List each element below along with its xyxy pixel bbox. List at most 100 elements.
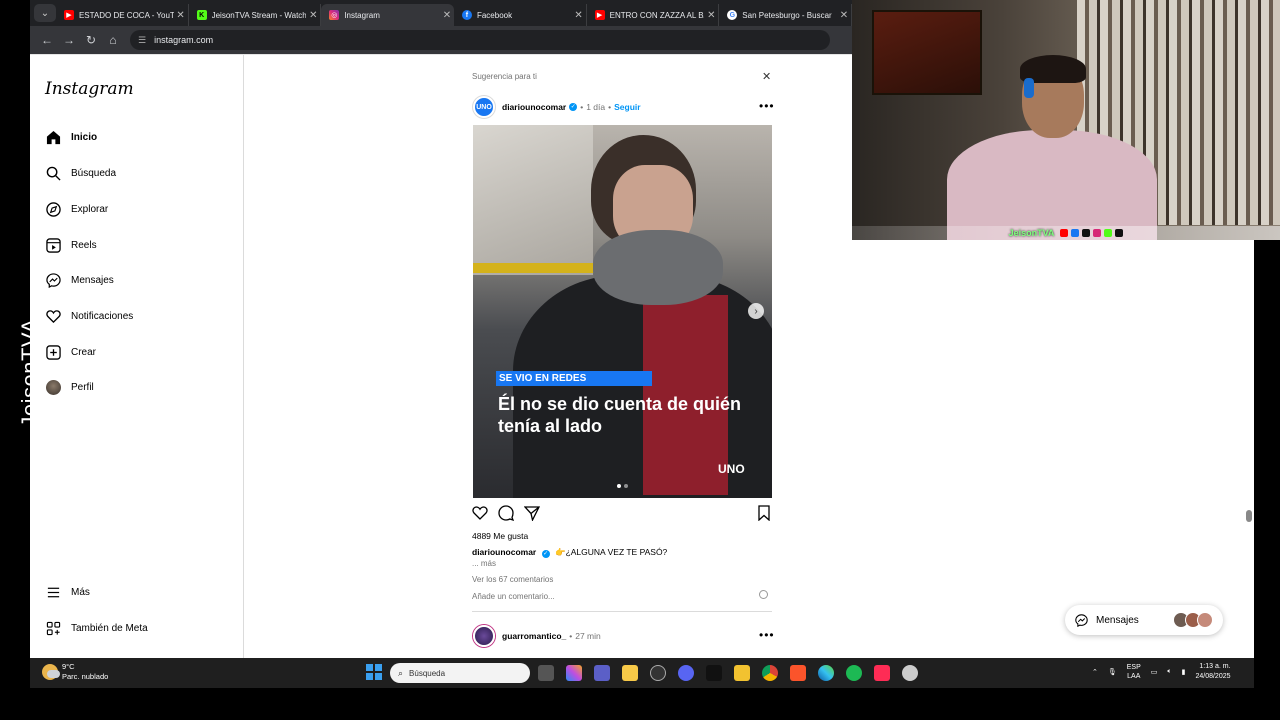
comment-icon[interactable] [498,505,514,521]
sidebar-item-explorar[interactable]: Explorar [45,197,108,221]
chevron-right-icon[interactable]: › [748,303,764,319]
kick-icon [1104,229,1113,237]
media-window [473,125,593,275]
display-icon[interactable]: ▭ [1151,668,1158,676]
add-comment-input[interactable] [472,590,772,602]
instagram-logo[interactable]: Instagram [45,79,134,99]
volume-icon[interactable]: 🔈︎ [1167,668,1171,676]
edge-icon[interactable] [818,665,834,681]
sidebar-item-label: Más [71,586,90,598]
teams-icon[interactable] [594,665,610,681]
tab-facebook[interactable]: f Facebook ✕ [454,4,587,26]
messenger-icon [1075,613,1088,627]
url-text: instagram.com [154,35,214,45]
emoji-icon[interactable] [759,590,768,599]
close-icon[interactable]: ✕ [837,10,851,21]
tab-kick-stream[interactable]: K JeisonTVA Stream - Watch ✕ [189,4,322,26]
share-icon[interactable] [524,505,540,521]
copilot-icon[interactable] [566,665,582,681]
post-media[interactable]: › SE VIO EN REDES Él no se dio cuenta de… [473,125,772,498]
post-username[interactable]: guarromantico_ [502,631,566,641]
page-background [852,240,1254,658]
sidebar-item-reels[interactable]: Reels [45,233,97,257]
messages-bubble[interactable]: Mensajes [1065,605,1223,635]
sidebar-item-mensajes[interactable]: Mensajes [45,268,114,292]
close-icon[interactable]: ✕ [572,10,586,21]
close-icon[interactable]: ✕ [174,10,188,21]
clock[interactable]: 1:13 a. m. 24/08/2025 [1195,662,1230,682]
tab-instagram[interactable]: ◎ Instagram ✕ [321,4,454,26]
battery-icon[interactable]: ▮ [1182,668,1186,676]
file-explorer-icon[interactable] [622,665,638,681]
obs-icon[interactable] [902,665,918,681]
sidebar-item-meta[interactable]: También de Meta [45,616,148,640]
sidebar-item-notificaciones[interactable]: Notificaciones [45,304,133,328]
site-info-icon[interactable]: ☰ [138,35,146,46]
sidebar-item-perfil[interactable]: Perfil [45,375,94,399]
brave-icon[interactable] [790,665,806,681]
back-icon[interactable]: ← [36,29,58,51]
sidebar-item-mas[interactable]: Más [45,580,90,604]
more-options-icon[interactable]: ••• [759,99,775,113]
headset-icon [1024,78,1034,98]
follow-button[interactable]: Seguir [614,102,640,112]
more-link[interactable]: ... más [472,559,496,568]
youtube-icon: ▶ [594,10,605,20]
tiktok-icon[interactable] [706,665,722,681]
sidebar-item-busqueda[interactable]: Búsqueda [45,161,116,185]
sidebar-item-label: Reels [71,239,97,251]
reload-icon[interactable]: ↻ [80,29,102,51]
taskbar-search[interactable]: ⌕ Búsqueda [390,663,530,683]
instagram-icon [1093,229,1102,237]
sidebar-item-label: También de Meta [71,622,148,634]
post-avatar[interactable]: UNO [473,96,495,118]
chrome-icon[interactable] [762,665,778,681]
task-view-icon[interactable] [538,665,554,681]
chevron-up-icon[interactable]: ⌃ [1092,668,1098,676]
bookmark-icon[interactable] [756,505,772,521]
language-indicator[interactable]: ESP LAA [1127,663,1141,681]
chatgpt-icon[interactable] [650,665,666,681]
home-icon [45,129,61,145]
home-icon[interactable]: ⌂ [102,29,124,51]
sidebar-item-inicio[interactable]: Inicio [45,125,97,149]
weather-widget[interactable]: 9°C Parc. nublado [42,662,108,682]
more-options-icon[interactable]: ••• [759,628,775,642]
sidebar-item-crear[interactable]: Crear [45,340,96,364]
post-username[interactable]: diariounocomar [502,102,566,112]
post-time: 27 min [575,631,601,641]
scroll-thumb[interactable] [1246,510,1252,522]
tab-strip: ⌄ ▶ ESTADO DE COCA - YouTube ✕ K JeisonT… [30,0,852,26]
caption-username[interactable]: diariounocomar [472,547,536,557]
view-comments-link[interactable]: Ver los 67 comentarios [472,575,553,584]
address-bar[interactable]: ☰ instagram.com [130,30,830,50]
verified-icon: ✓ [569,103,578,111]
close-icon[interactable]: ✕ [704,10,718,21]
microphone-icon[interactable]: 🎙︎ [1108,668,1117,676]
tab-google-search[interactable]: G San Petesburgo - Buscar ✕ [719,4,852,26]
close-icon[interactable]: ✕ [306,10,320,21]
tab-title: San Petesburgo - Buscar [742,10,832,20]
tab-youtube-coca[interactable]: ▶ ESTADO DE COCA - YouTube ✕ [56,4,189,26]
close-icon[interactable]: ✕ [440,10,454,21]
scrollbar[interactable] [1244,240,1254,658]
like-count[interactable]: 4889 Me gusta [472,531,528,541]
app-icon[interactable] [734,665,750,681]
media-brand: UNO [718,462,745,476]
like-icon[interactable] [472,505,488,521]
post-avatar[interactable] [473,625,495,647]
caption-text: 👉¿ALGUNA VEZ TE PASÓ? [554,547,668,557]
keyboard-layout: LAA [1127,673,1141,680]
tab-search-button[interactable]: ⌄ [34,4,56,22]
media-tag: SE VIO EN REDES [496,371,652,386]
forward-icon[interactable]: → [58,29,80,51]
windows-start-icon[interactable] [366,664,382,680]
tiktok-live-icon[interactable] [874,665,890,681]
spotify-icon[interactable] [846,665,862,681]
close-icon[interactable]: ✕ [762,70,771,83]
tab-youtube-zazza[interactable]: ▶ ENTRO CON ZAZZA AL BA ✕ [587,4,720,26]
weather-text: 9°C Parc. nublado [62,662,108,682]
avatar [1197,612,1213,628]
discord-icon[interactable] [678,665,694,681]
separator-dot: • [608,102,612,112]
